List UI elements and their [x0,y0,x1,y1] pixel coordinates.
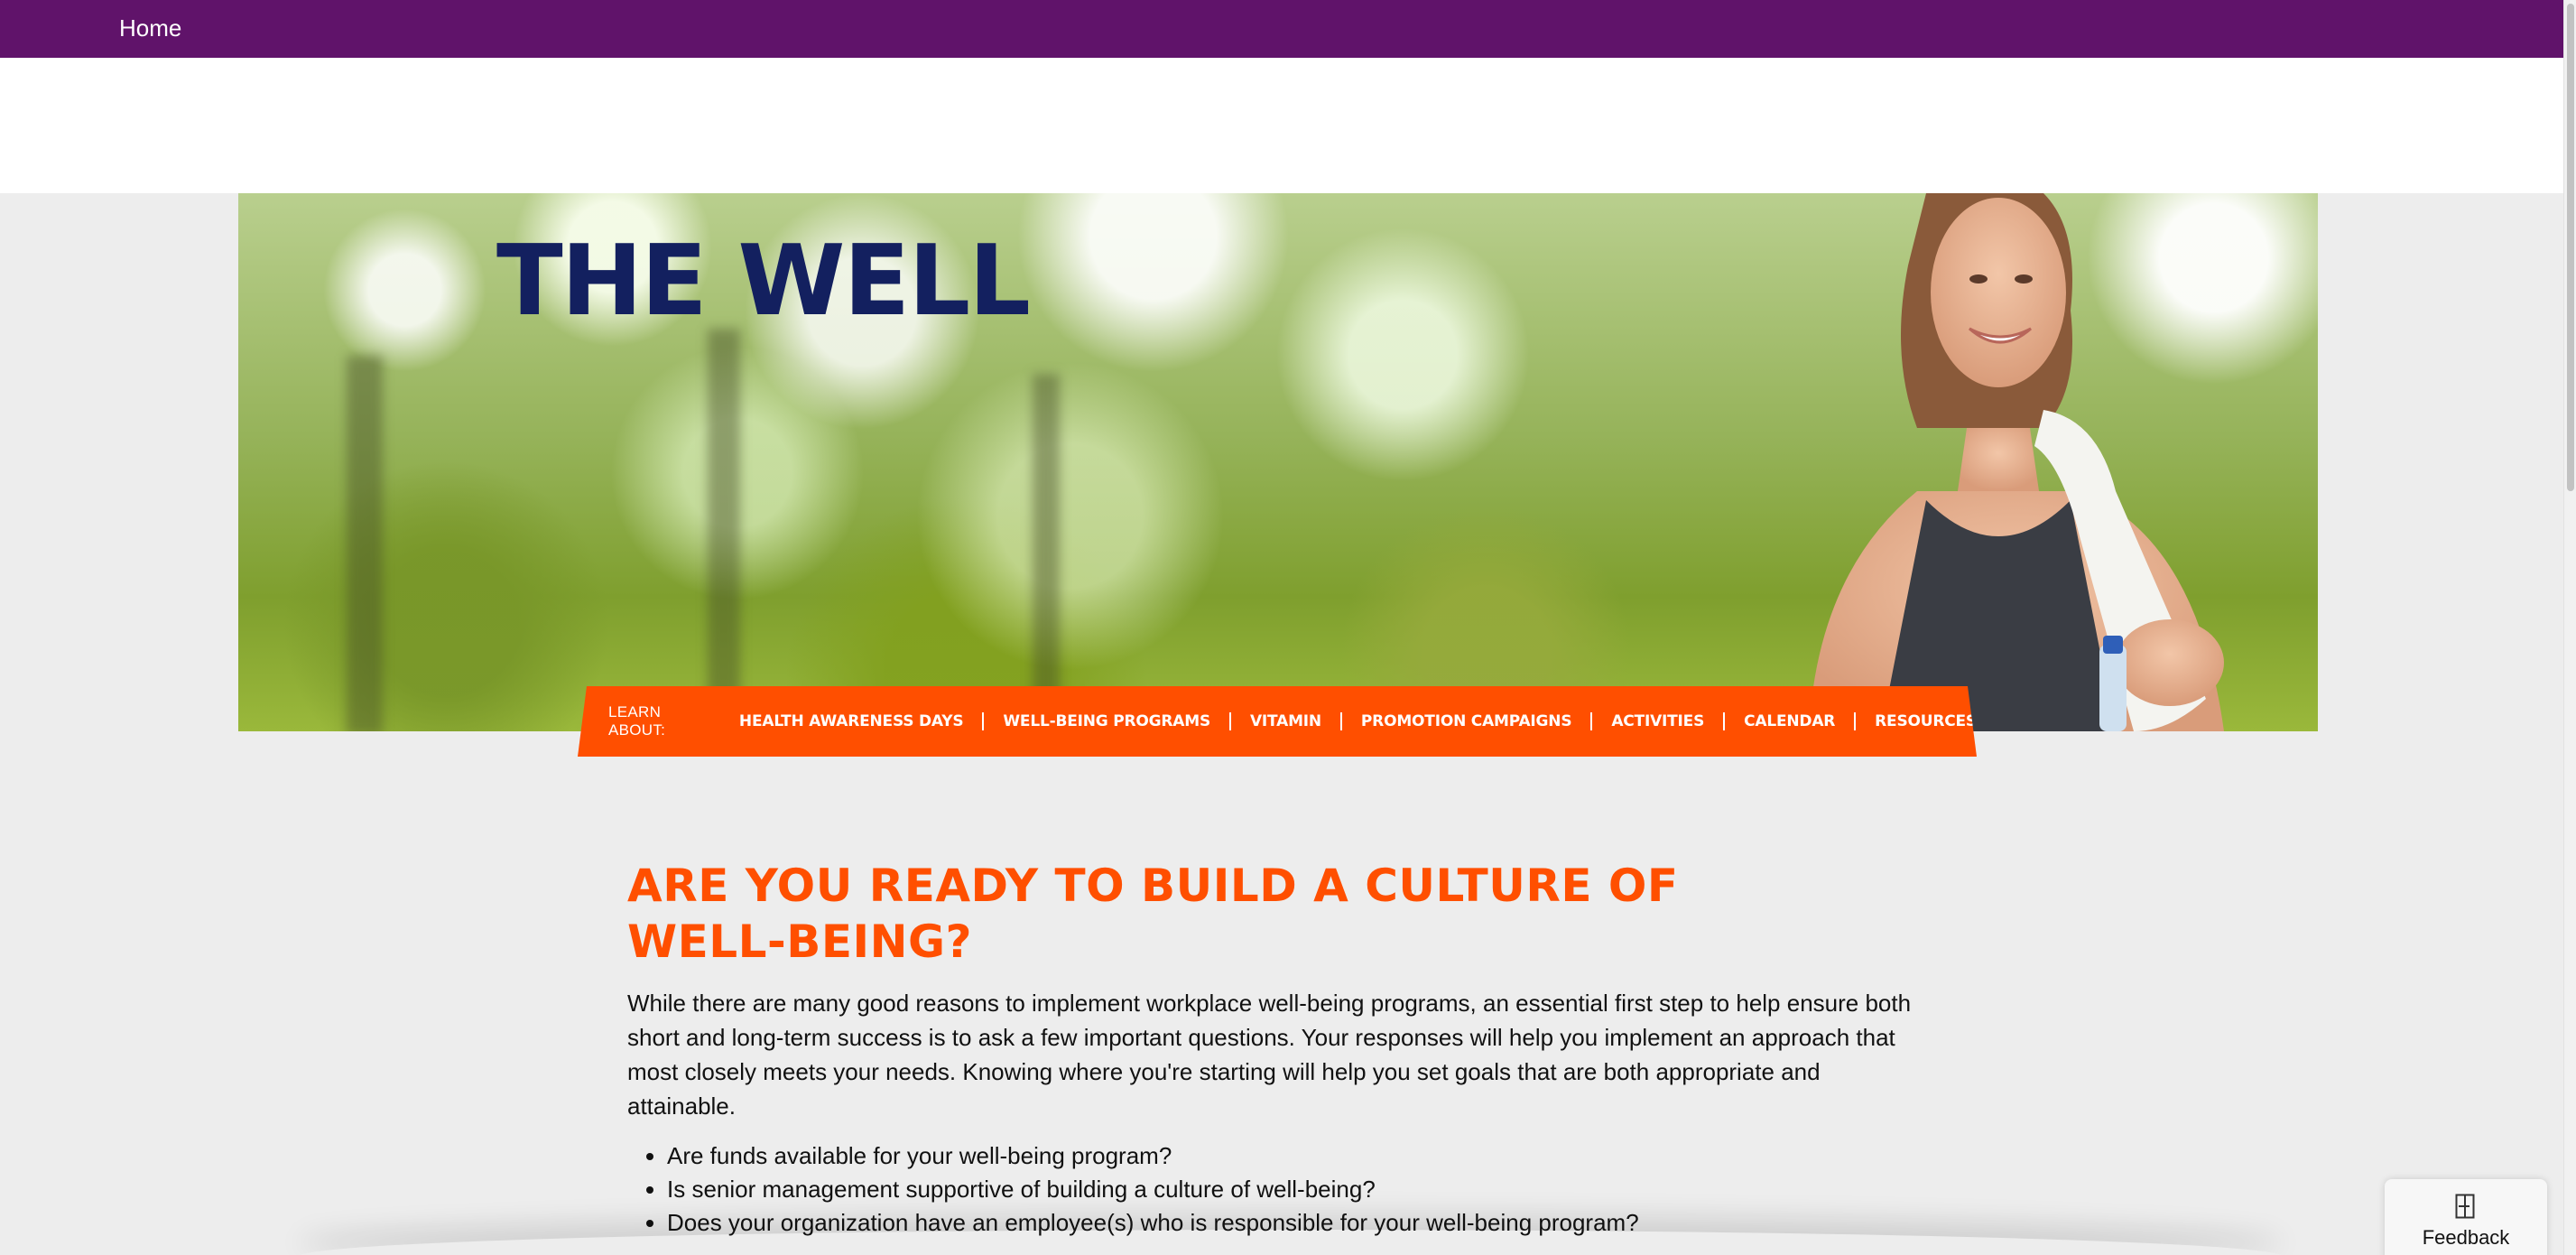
nav-link-calendar[interactable]: CALENDAR [1744,712,1835,730]
learn-about-nav: LEARN ABOUT: HEALTH AWARENESS DAYS WELL-… [578,686,1977,757]
feedback-label: Feedback [2422,1226,2510,1249]
intro-paragraph: While there are many good reasons to imp… [627,990,1912,1120]
page-scrollbar[interactable] [2563,0,2576,1255]
question-list: Are funds available for your well-being … [627,1139,1927,1240]
bottom-shadow [298,1230,2284,1255]
header-spacer [0,58,2563,193]
feedback-icon [2455,1194,2475,1219]
page-heading: ARE YOU READY TO BUILD A CULTURE OF WELL… [627,860,1679,968]
scrollbar-thumb[interactable] [2567,4,2574,491]
nav-link-resources[interactable]: RESOURCES [1875,712,1977,730]
background-tree-trunk [347,356,383,731]
hero-woman-photo [1809,193,2224,731]
nav-link-health-awareness-days[interactable]: HEALTH AWARENESS DAYS [739,712,964,730]
top-navigation-bar: Home [0,0,2563,58]
nav-divider [1339,712,1342,730]
learn-about-label: LEARN ABOUT: [608,703,666,739]
list-item: Is senior management supportive of build… [667,1173,1927,1206]
nav-divider [1723,712,1726,730]
nav-divider [982,712,985,730]
home-link[interactable]: Home [119,14,181,42]
nav-link-well-being-programs[interactable]: WELL-BEING PROGRAMS [1003,712,1210,730]
nav-link-vitamin[interactable]: VITAMIN [1250,712,1321,730]
nav-divider [1229,712,1231,730]
nav-divider [1854,712,1857,730]
nav-link-promotion-campaigns[interactable]: PROMOTION CAMPAIGNS [1361,712,1572,730]
nav-divider [1590,712,1593,730]
nav-link-activities[interactable]: ACTIVITIES [1611,712,1704,730]
main-content: ARE YOU READY TO BUILD A CULTURE OF WELL… [627,858,1927,1240]
background-tree-trunk [708,329,740,731]
hero-title: THE WELL [496,225,1031,338]
feedback-button[interactable]: Feedback [2385,1179,2547,1255]
learn-about-nav-items: LEARN ABOUT: HEALTH AWARENESS DAYS WELL-… [608,686,1977,757]
list-item: Are funds available for your well-being … [667,1139,1927,1173]
background-tree-trunk [1033,374,1060,731]
